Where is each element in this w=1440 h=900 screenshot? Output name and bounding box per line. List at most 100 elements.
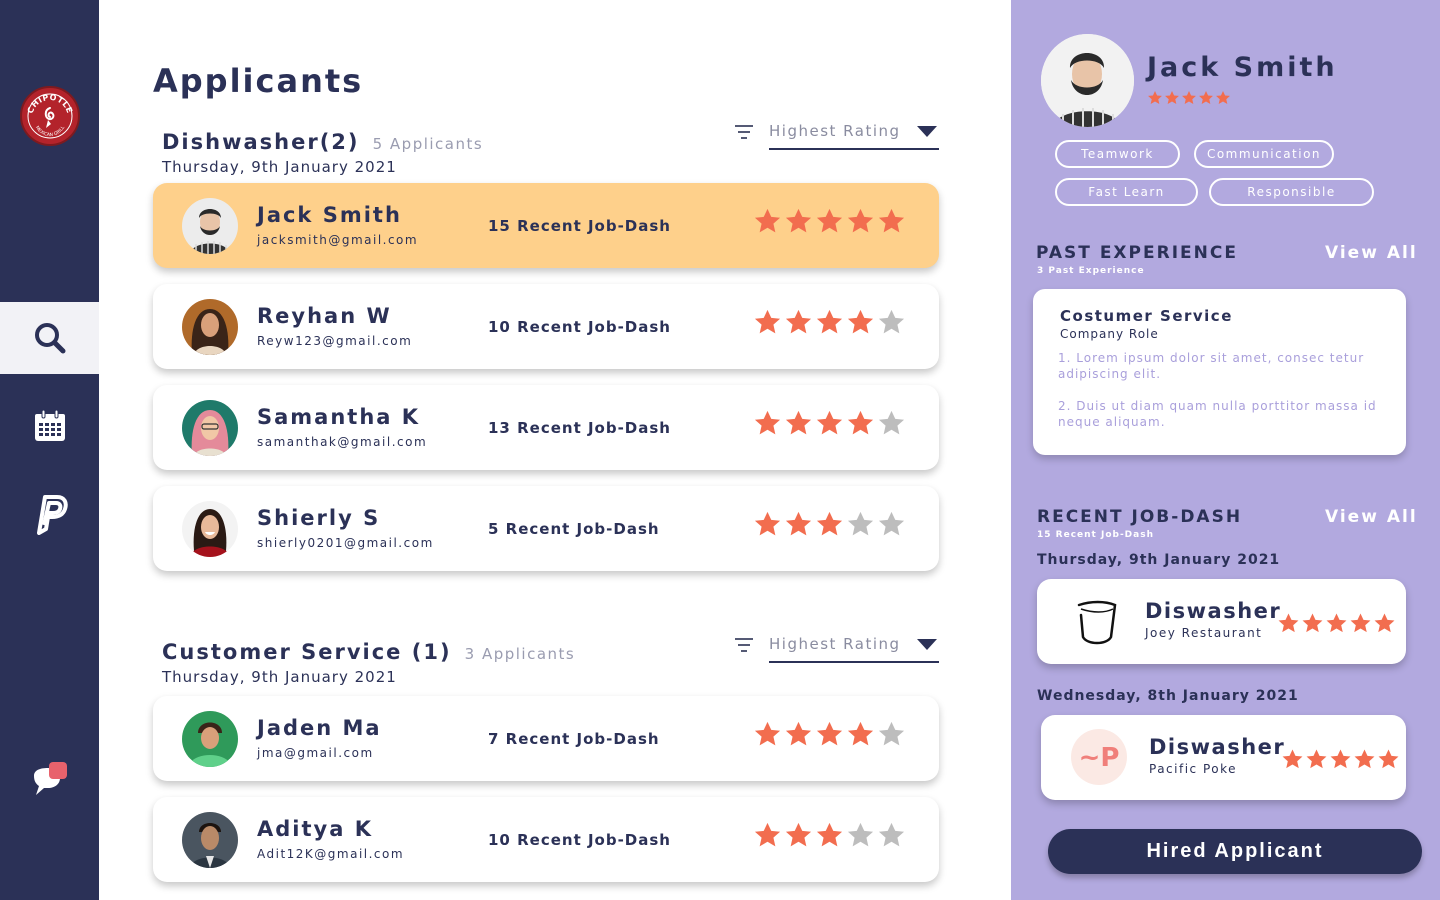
applicant-email: shierly0201@gmail.com	[257, 536, 434, 550]
section-header-dishwasher: Dishwasher(2) 5 Applicants Thursday, 9th…	[162, 130, 483, 176]
recent-job-place: Pacific Poke	[1149, 762, 1238, 776]
chipotle-logo[interactable]: CHIPOTLE MEXICAN GRILL	[20, 86, 80, 146]
star-filled-icon	[754, 309, 781, 334]
hire-applicant-button[interactable]: Hired Applicant	[1048, 829, 1422, 874]
applicant-email: jacksmith@gmail.com	[257, 233, 419, 247]
star-empty-icon	[878, 410, 905, 435]
sidebar-item-search[interactable]	[0, 302, 99, 374]
chevron-down-icon	[917, 639, 937, 650]
skill-tag[interactable]: Communication	[1194, 140, 1334, 168]
section-title: Dishwasher(2)	[162, 130, 360, 154]
avatar	[182, 299, 238, 355]
filter-icon	[735, 638, 753, 652]
star-filled-icon	[754, 511, 781, 536]
recent-jobs-subtitle: 15 Recent Job-Dash	[1037, 530, 1154, 540]
experience-line: 1. Lorem ipsum dolor sit amet, consec te…	[1058, 351, 1365, 381]
sidebar-item-messages[interactable]	[0, 744, 99, 816]
experience-title: Costumer Service	[1060, 307, 1233, 325]
section-header-customer-service: Customer Service (1) 3 Applicants Thursd…	[162, 640, 575, 686]
star-filled-icon	[1278, 613, 1299, 633]
rating-stars	[753, 308, 906, 337]
star-filled-icon	[816, 511, 843, 536]
applicant-name: Shierly S	[257, 506, 381, 530]
star-filled-icon	[785, 208, 812, 233]
skill-tag[interactable]: Teamwork	[1055, 140, 1180, 168]
sort-label: Highest Rating	[769, 635, 901, 653]
applicant-card[interactable]: Aditya K Adit12K@gmail.com 10 Recent Job…	[153, 797, 939, 882]
star-filled-icon	[1378, 749, 1399, 769]
star-filled-icon	[1199, 91, 1213, 104]
sidebar-item-calendar[interactable]	[0, 390, 99, 462]
star-empty-icon	[878, 511, 905, 536]
chat-notification-icon	[33, 762, 67, 795]
star-empty-icon	[878, 721, 905, 746]
applicant-email: Adit12K@gmail.com	[257, 847, 405, 861]
rating-stars	[753, 409, 906, 438]
rating-stars	[753, 821, 906, 850]
star-filled-icon	[847, 309, 874, 334]
sort-dropdown-customer-service[interactable]: Highest Rating	[735, 627, 939, 663]
section-applicant-count: 5 Applicants	[372, 135, 484, 153]
applicant-jobs: 7 Recent Job-Dash	[488, 730, 660, 748]
recent-jobs-title: RECENT JOB-DASH	[1037, 507, 1243, 527]
brand-sub: MEXICAN GRILL	[34, 125, 66, 138]
star-filled-icon	[785, 410, 812, 435]
applicant-detail-panel: Jack Smith Teamwork Communication Fast L…	[1011, 0, 1440, 900]
recent-job-rating-stars	[1281, 748, 1400, 771]
rating-stars	[753, 207, 906, 236]
applicant-card[interactable]: Jaden Ma jma@gmail.com 7 Recent Job-Dash	[153, 696, 939, 781]
applicant-jobs: 5 Recent Job-Dash	[488, 520, 660, 538]
recent-jobs-view-all-link[interactable]: View All	[1325, 507, 1418, 527]
applicants-main: Applicants Dishwasher(2) 5 Applicants Th…	[99, 0, 1011, 900]
applicant-card[interactable]: Samantha K samanthak@gmail.com 13 Recent…	[153, 385, 939, 470]
profile-avatar	[1041, 34, 1134, 127]
sidebar-item-payments[interactable]	[0, 478, 99, 550]
past-experience-subtitle: 3 Past Experience	[1037, 266, 1145, 276]
avatar	[182, 400, 238, 456]
star-filled-icon	[816, 721, 843, 746]
star-filled-icon	[847, 208, 874, 233]
star-filled-icon	[1326, 613, 1347, 633]
brand-name: CHIPOTLE	[26, 93, 74, 115]
applicant-name: Samantha K	[257, 405, 421, 429]
skill-tag[interactable]: Responsible	[1209, 178, 1374, 206]
recent-job-card[interactable]: Diswasher Joey Restaurant	[1037, 579, 1406, 664]
calendar-icon	[34, 409, 65, 441]
applicant-card[interactable]: Reyhan W Reyw123@gmail.com 10 Recent Job…	[153, 284, 939, 369]
recent-job-card[interactable]: ~P Diswasher Pacific Poke	[1041, 715, 1406, 800]
avatar	[182, 711, 238, 767]
star-filled-icon	[754, 208, 781, 233]
star-filled-icon	[816, 309, 843, 334]
sort-dropdown-dishwasher[interactable]: Highest Rating	[735, 114, 939, 150]
search-icon	[34, 323, 65, 354]
star-filled-icon	[785, 721, 812, 746]
past-experience-view-all-link[interactable]: View All	[1325, 243, 1418, 263]
applicant-name: Aditya K	[257, 817, 373, 841]
profile-rating-stars	[1147, 90, 1231, 106]
past-experience-title: PAST EXPERIENCE	[1036, 243, 1238, 263]
star-empty-icon	[847, 511, 874, 536]
skill-tag[interactable]: Fast Learn	[1055, 178, 1198, 206]
pacific-poke-logo: ~P	[1071, 729, 1127, 785]
applicant-jobs: 15 Recent Job-Dash	[488, 217, 671, 235]
experience-card[interactable]: Costumer Service Company Role 1. Lorem i…	[1033, 289, 1406, 455]
rating-stars	[753, 720, 906, 749]
star-filled-icon	[1374, 613, 1395, 633]
svg-text:MEXICAN GRILL: MEXICAN GRILL	[34, 125, 66, 138]
star-filled-icon	[1354, 749, 1375, 769]
recent-job-rating-stars	[1277, 612, 1396, 635]
star-filled-icon	[816, 410, 843, 435]
recent-job-title: Diswasher	[1149, 735, 1286, 759]
avatar	[182, 812, 238, 868]
star-filled-icon	[1350, 613, 1371, 633]
applicant-card[interactable]: Jack Smith jacksmith@gmail.com 15 Recent…	[153, 183, 939, 268]
star-filled-icon	[1306, 749, 1327, 769]
star-empty-icon	[847, 822, 874, 847]
star-filled-icon	[754, 721, 781, 746]
star-filled-icon	[816, 822, 843, 847]
applicant-name: Reyhan W	[257, 304, 392, 328]
avatar	[182, 501, 238, 557]
recent-job-date: Wednesday, 8th January 2021	[1037, 688, 1299, 704]
applicant-card[interactable]: Shierly S shierly0201@gmail.com 5 Recent…	[153, 486, 939, 571]
sidebar: CHIPOTLE MEXICAN GRILL	[0, 0, 99, 900]
